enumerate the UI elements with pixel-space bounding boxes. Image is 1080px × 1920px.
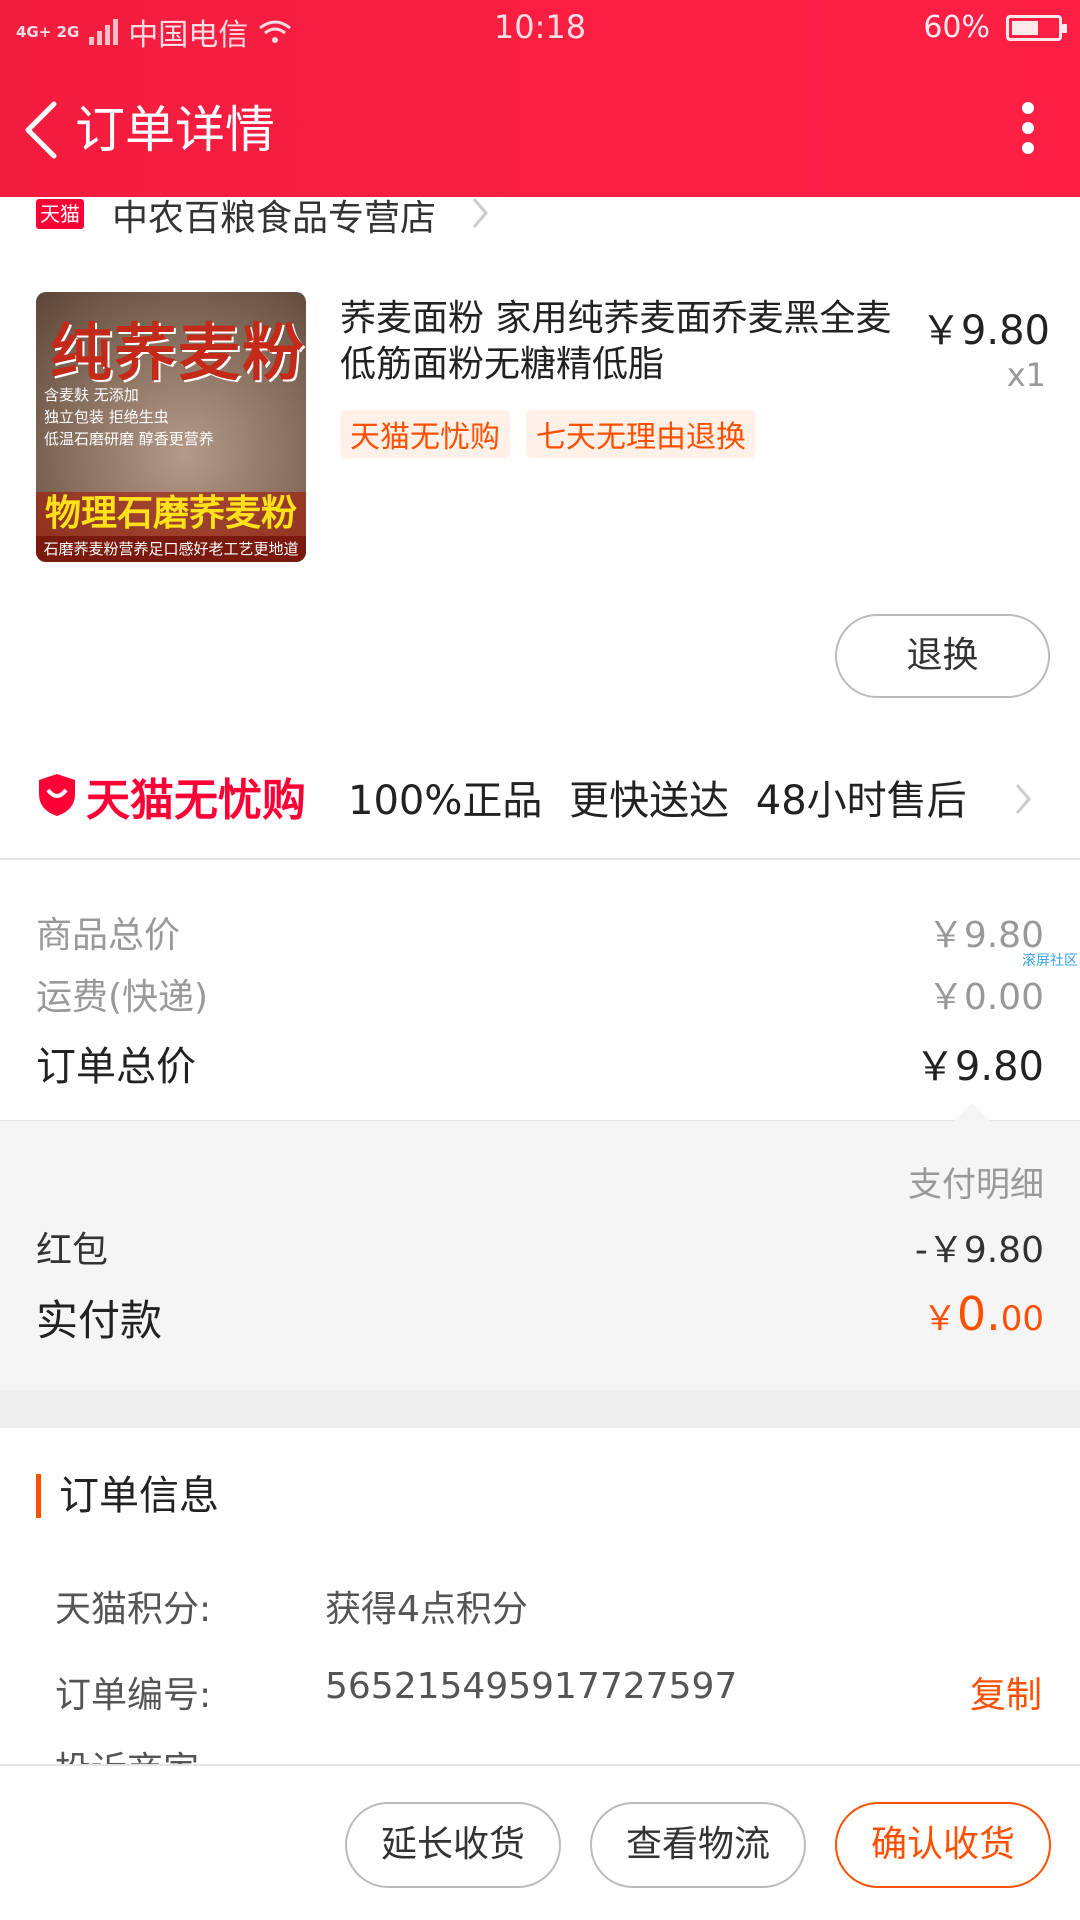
product-tag: 七天无理由退换 bbox=[526, 410, 756, 458]
shield-icon bbox=[39, 774, 75, 816]
shipping-label: 运费(快递) bbox=[36, 977, 209, 1018]
assurance-text: 100%正品 更快送达 48小时售后 bbox=[348, 778, 967, 824]
product-image-line: 低温石磨研磨 醇香更营养 bbox=[44, 430, 214, 448]
points-value: 获得4点积分 bbox=[325, 1589, 528, 1630]
tmall-badge: 天猫 bbox=[36, 199, 84, 229]
caret-up-icon bbox=[954, 1103, 990, 1121]
store-name[interactable]: 中农百粮食品专营店 bbox=[112, 189, 436, 241]
bottom-action-bar: 延长收货 查看物流 确认收货 bbox=[0, 1764, 1080, 1920]
exchange-button[interactable]: 退换 bbox=[835, 614, 1050, 698]
product-image[interactable]: 纯荞麦粉 含麦麸 无添加 独立包装 拒绝生虫 低温石磨研磨 醇香更营养 物理石磨… bbox=[36, 292, 306, 562]
product-image-footer: 石磨荞麦粉营养足口感好老工艺更地道 bbox=[36, 536, 306, 562]
assurance-row[interactable]: 天猫无忧购 100%正品 更快送达 48小时售后 bbox=[0, 760, 1080, 860]
actual-payment-dec: 00 bbox=[1000, 1299, 1044, 1339]
product-tag: 天猫无忧购 bbox=[340, 410, 510, 458]
status-right: 60% bbox=[923, 10, 1067, 45]
status-time: 10:18 bbox=[493, 8, 587, 46]
store-row[interactable]: 天猫 中农百粮食品专营店 bbox=[0, 185, 1080, 239]
product-image-lines: 含麦麸 无添加 独立包装 拒绝生虫 低温石磨研磨 醇香更营养 bbox=[44, 384, 214, 450]
back-arrow-icon[interactable] bbox=[20, 98, 62, 162]
page-title: 订单详情 bbox=[75, 101, 275, 159]
redpack-label: 红包 bbox=[36, 1230, 109, 1271]
goods-total-label: 商品总价 bbox=[36, 915, 181, 956]
product-image-line: 含麦麸 无添加 bbox=[44, 386, 139, 404]
actual-payment-label: 实付款 bbox=[36, 1296, 163, 1345]
chevron-right-icon bbox=[1015, 784, 1031, 814]
assurance-brand: 天猫无忧购 bbox=[86, 775, 306, 826]
nav-bar: 订单详情 bbox=[0, 80, 1080, 180]
chevron-right-icon bbox=[472, 198, 488, 228]
payment-detail-title: 支付明细 bbox=[908, 1165, 1044, 1205]
complaint-row-partial[interactable]: 投诉商家 bbox=[55, 1748, 199, 1764]
order-number-label: 订单编号: bbox=[55, 1675, 212, 1716]
product-price: ￥9.80 bbox=[920, 308, 1050, 354]
extend-receipt-button[interactable]: 延长收货 bbox=[345, 1802, 561, 1888]
product-image-headline: 纯荞麦粉 bbox=[50, 316, 306, 389]
battery-icon bbox=[1006, 14, 1067, 41]
order-total-value: ￥9.80 bbox=[914, 1044, 1044, 1090]
currency-symbol: ￥ bbox=[922, 1299, 957, 1339]
points-label: 天猫积分: bbox=[55, 1589, 212, 1630]
order-number-value: 565215495917727597 bbox=[325, 1666, 738, 1707]
status-bar: 4G+ 2G 中国电信 10:18 60% bbox=[0, 0, 1080, 60]
actual-payment-value: ￥0.00 bbox=[923, 1287, 1044, 1341]
more-menu-icon[interactable] bbox=[1016, 98, 1040, 158]
header: 4G+ 2G 中国电信 10:18 60% 订单详情 bbox=[0, 0, 1080, 197]
battery-level bbox=[1012, 20, 1038, 35]
order-info-title: 订单信息 bbox=[36, 1474, 219, 1518]
redpack-value: -￥9.80 bbox=[914, 1230, 1044, 1271]
watermark: 滚屏社区 bbox=[1022, 953, 1078, 969]
actual-payment-int: 0. bbox=[956, 1287, 1001, 1341]
copy-button[interactable]: 复制 bbox=[970, 1666, 1042, 1718]
product-title[interactable]: 荞麦面粉 家用纯荞麦面乔麦黑全麦低筋面粉无糖精低脂 bbox=[340, 296, 910, 388]
order-total-label: 订单总价 bbox=[36, 1044, 196, 1090]
confirm-receipt-button[interactable]: 确认收货 bbox=[835, 1802, 1051, 1888]
product-image-line: 独立包装 拒绝生虫 bbox=[44, 408, 169, 426]
view-logistics-button[interactable]: 查看物流 bbox=[590, 1802, 806, 1888]
section-divider bbox=[0, 1390, 1080, 1428]
price-summary: 商品总价 ￥9.80 滚屏社区 运费(快递) ￥0.00 订单总价 ￥9.80 bbox=[0, 862, 1080, 1122]
product-tags: 天猫无忧购 七天无理由退换 bbox=[340, 410, 756, 458]
product-quantity: x1 bbox=[1006, 356, 1046, 394]
shipping-value: ￥0.00 bbox=[927, 977, 1044, 1018]
payment-details: 支付明细 红包 -￥9.80 实付款 ￥0.00 bbox=[0, 1103, 1080, 1390]
battery-percent: 60% bbox=[923, 10, 990, 45]
product-image-banner: 物理石磨荞麦粉 bbox=[36, 492, 306, 536]
